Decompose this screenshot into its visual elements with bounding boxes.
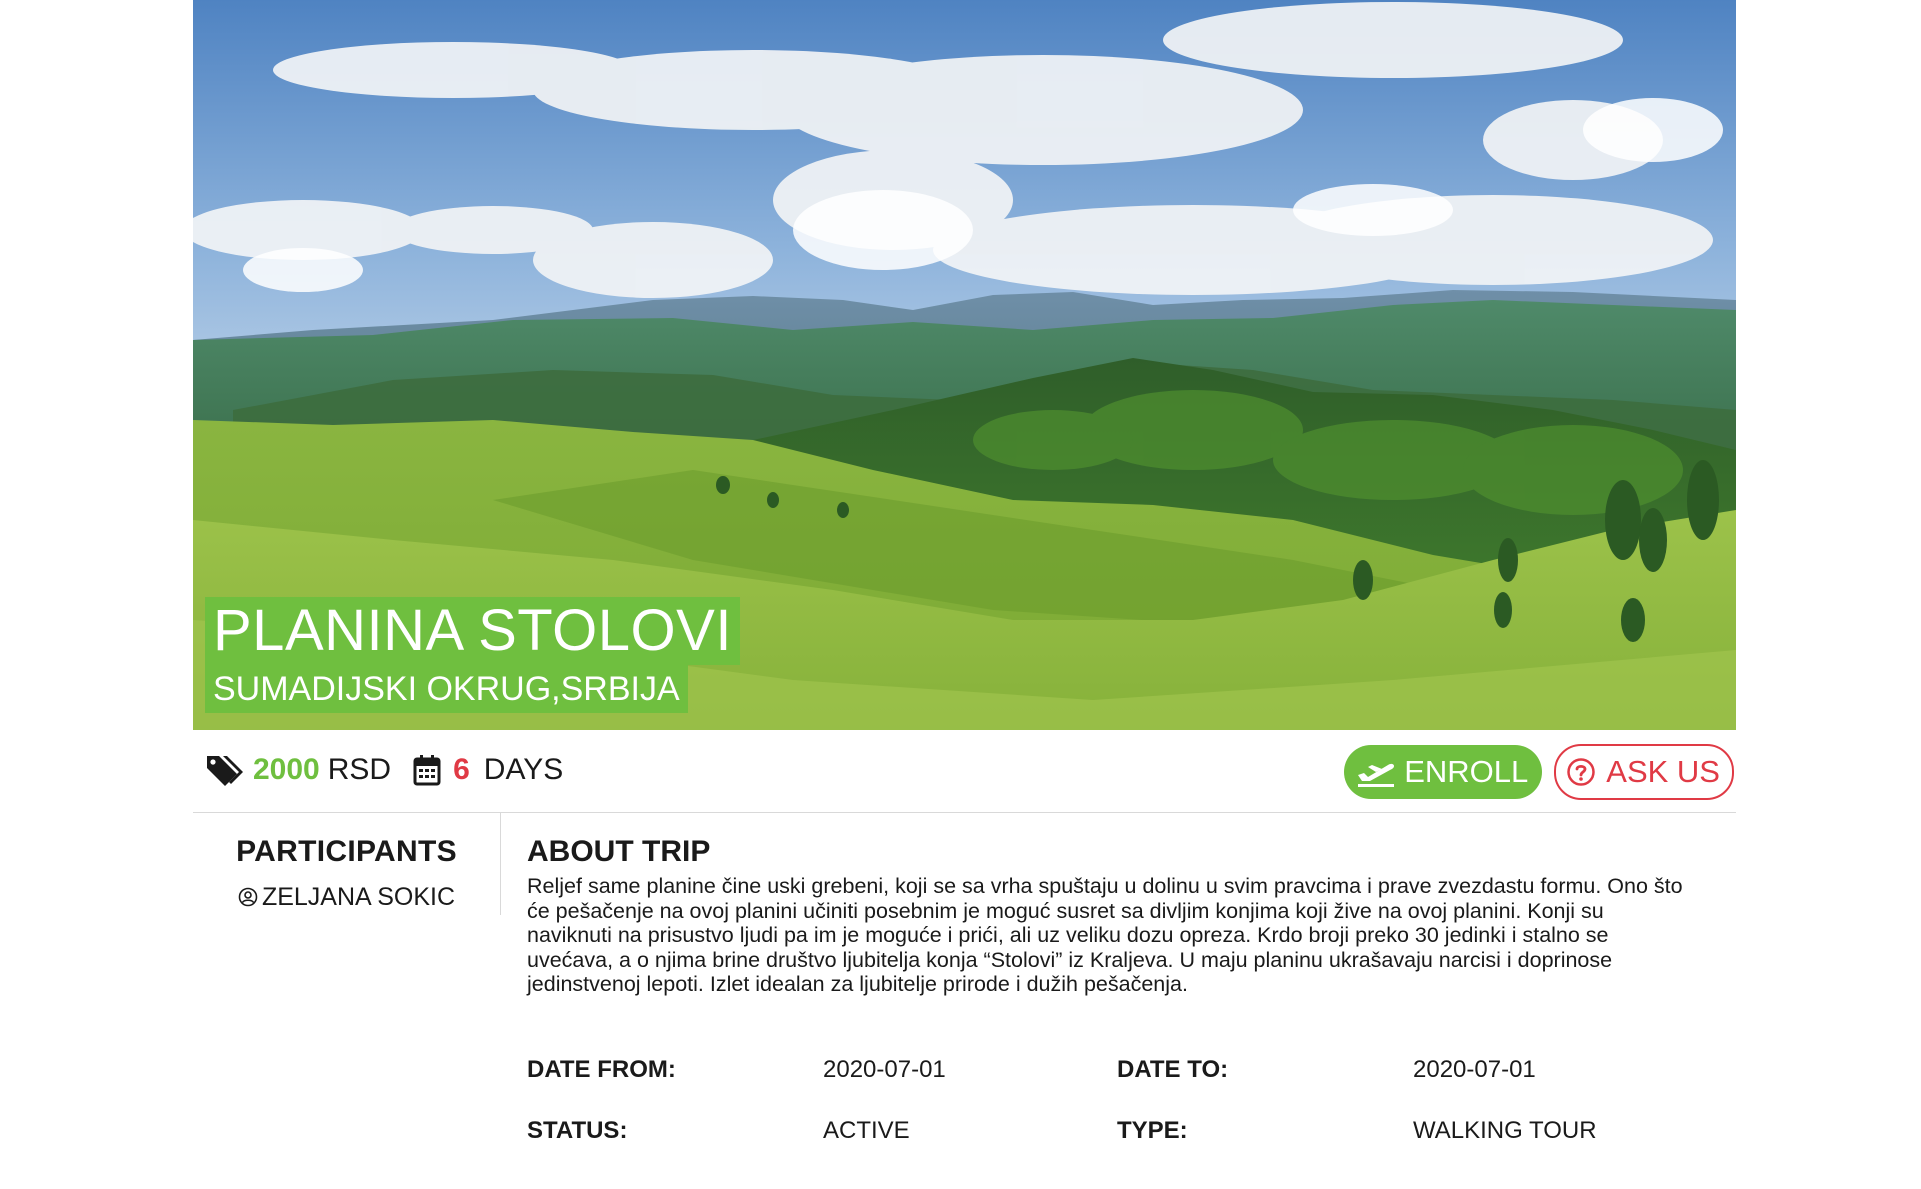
date-to-label: DATE TO: [1117, 1056, 1229, 1083]
enroll-label: ENROLL [1404, 754, 1529, 789]
tags-icon [207, 756, 243, 786]
plane-departure-icon [1358, 763, 1395, 787]
about-trip-section: ABOUT TRIP Reljef same planine čine uski… [527, 812, 1687, 997]
ask-us-label: ASK US [1606, 754, 1720, 789]
date-from-label: DATE FROM: [527, 1056, 676, 1083]
calendar-icon [413, 755, 441, 786]
participant-name: ZELJANA SOKIC [261, 883, 456, 911]
detail-row-dates: DATE FROM: 2020-07-01 DATE TO: 2020-07-0… [527, 1054, 1727, 1115]
participants-panel: PARTICIPANTS ZELJANA SOKIC [193, 812, 501, 915]
type-label: TYPE: [1117, 1117, 1188, 1144]
about-heading: ABOUT TRIP [527, 835, 711, 868]
hero-caption: PLANINA STOLOVI SUMADIJSKI OKRUG,SRBIJA [205, 597, 740, 713]
question-circle-icon [1567, 758, 1596, 786]
days-value: 6 [453, 753, 470, 786]
days-unit: DAYS [483, 753, 564, 786]
participants-heading: PARTICIPANTS [236, 835, 457, 868]
detail-row-status: STATUS: ACTIVE TYPE: WALKING TOUR [527, 1115, 1727, 1176]
date-to-value: 2020-07-01 [1413, 1056, 1536, 1083]
status-label: STATUS: [527, 1117, 628, 1144]
participant-item: ZELJANA SOKIC [193, 882, 500, 912]
trip-info-bar: 2000 RSD 6 DAYS ENROLL ASK US [193, 730, 1736, 813]
enroll-button[interactable]: ENROLL [1344, 745, 1543, 799]
user-circle-icon [238, 887, 258, 907]
about-description: Reljef same planine čine uski grebeni, k… [527, 874, 1683, 996]
date-from-value: 2020-07-01 [823, 1056, 946, 1083]
status-value: ACTIVE [823, 1117, 910, 1144]
type-value: WALKING TOUR [1413, 1117, 1597, 1144]
ask-us-button[interactable]: ASK US [1554, 744, 1734, 800]
price-unit: RSD [327, 753, 392, 786]
trip-location: SUMADIJSKI OKRUG,SRBIJA [205, 665, 688, 713]
trip-actions: ENROLL ASK US [1344, 744, 1734, 800]
trip-title: PLANINA STOLOVI [205, 597, 740, 665]
price-value: 2000 [253, 753, 320, 786]
trip-detail-page: PLANINA STOLOVI SUMADIJSKI OKRUG,SRBIJA … [0, 0, 1921, 1189]
trip-summary: 2000 RSD 6 DAYS [205, 750, 563, 790]
trip-details: DATE FROM: 2020-07-01 DATE TO: 2020-07-0… [527, 1054, 1727, 1176]
hero-image: PLANINA STOLOVI SUMADIJSKI OKRUG,SRBIJA [193, 0, 1736, 730]
